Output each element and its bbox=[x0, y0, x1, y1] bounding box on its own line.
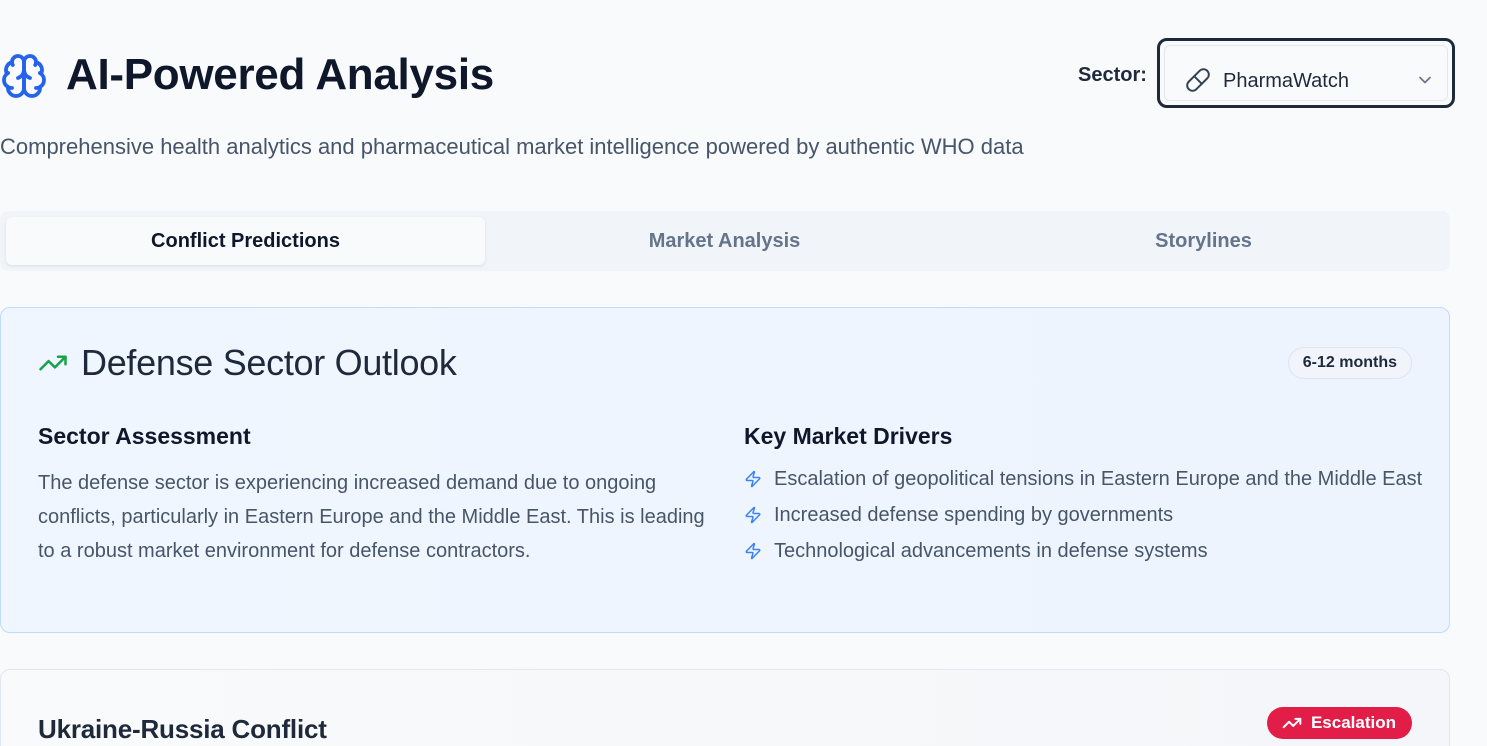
page: AI-Powered Analysis Sector: PharmaWatch … bbox=[0, 0, 1487, 746]
tab-market-analysis[interactable]: Market Analysis bbox=[485, 217, 964, 265]
driver-text: Technological advancements in defense sy… bbox=[774, 540, 1208, 562]
zap-icon bbox=[745, 506, 761, 524]
page-subtitle: Comprehensive health analytics and pharm… bbox=[0, 134, 1024, 159]
assessment-text: The defense sector is experiencing incre… bbox=[38, 472, 705, 562]
page-title: AI-Powered Analysis bbox=[66, 50, 494, 99]
timeframe-badge: 6-12 months bbox=[1287, 347, 1412, 379]
tab-conflict-predictions[interactable]: Conflict Predictions bbox=[6, 217, 485, 265]
conflict-title: Ukraine-Russia Conflict bbox=[38, 714, 327, 744]
page-header: AI-Powered Analysis Sector: PharmaWatch bbox=[0, 38, 1487, 110]
zap-icon bbox=[745, 470, 761, 488]
list-item: Increased defense spending by government… bbox=[744, 500, 1424, 530]
driver-text: Increased defense spending by government… bbox=[774, 504, 1174, 526]
trending-up-icon bbox=[1282, 717, 1302, 729]
chevron-down-icon bbox=[1419, 76, 1431, 84]
list-item: Escalation of geopolitical tensions in E… bbox=[744, 464, 1424, 494]
driver-text: Escalation of geopolitical tensions in E… bbox=[774, 468, 1423, 490]
list-item: Technological advancements in defense sy… bbox=[744, 536, 1424, 566]
trending-up-icon bbox=[39, 355, 67, 371]
sector-label: Sector: bbox=[1078, 64, 1147, 86]
drivers-list: Escalation of geopolitical tensions in E… bbox=[744, 464, 1424, 572]
assessment-heading: Sector Assessment bbox=[38, 423, 251, 449]
sector-select-field[interactable]: PharmaWatch bbox=[1164, 45, 1448, 101]
brain-icon bbox=[2, 54, 46, 98]
tab-list: Conflict Predictions Market Analysis Sto… bbox=[0, 211, 1450, 271]
tab-storylines[interactable]: Storylines bbox=[964, 217, 1443, 265]
pill-icon bbox=[1186, 68, 1210, 92]
zap-icon bbox=[745, 542, 761, 560]
sector-select-value: PharmaWatch bbox=[1223, 70, 1349, 92]
drivers-heading: Key Market Drivers bbox=[744, 423, 953, 449]
defense-outlook-card: Defense Sector Outlook 6-12 months Secto… bbox=[0, 307, 1450, 633]
conflict-card: Ukraine-Russia Conflict Escalation bbox=[0, 669, 1450, 746]
sector-select[interactable]: PharmaWatch bbox=[1157, 38, 1455, 108]
outlook-title: Defense Sector Outlook bbox=[81, 342, 457, 383]
escalation-badge: Escalation bbox=[1266, 707, 1412, 739]
